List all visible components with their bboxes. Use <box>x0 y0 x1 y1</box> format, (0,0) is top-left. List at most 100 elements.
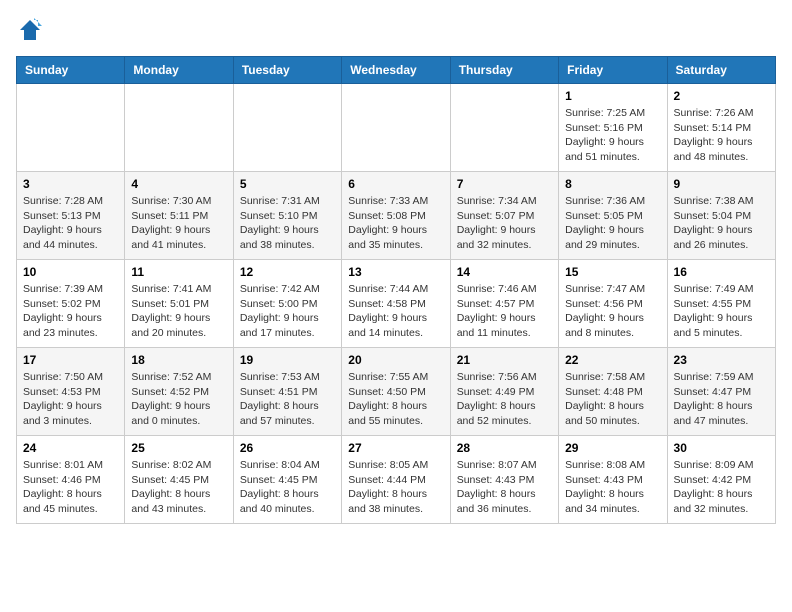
day-info: Sunrise: 7:44 AMSunset: 4:58 PMDaylight:… <box>348 282 443 341</box>
day-header: Tuesday <box>233 57 341 84</box>
calendar-cell: 11 Sunrise: 7:41 AMSunset: 5:01 PMDayligh… <box>125 260 233 348</box>
day-info: Sunrise: 8:01 AMSunset: 4:46 PMDaylight:… <box>23 458 118 517</box>
day-info: Sunrise: 8:09 AMSunset: 4:42 PMDaylight:… <box>674 458 769 517</box>
day-header: Wednesday <box>342 57 450 84</box>
calendar-cell: 13 Sunrise: 7:44 AMSunset: 4:58 PMDayligh… <box>342 260 450 348</box>
calendar-cell: 8 Sunrise: 7:36 AMSunset: 5:05 PMDaylight… <box>559 172 667 260</box>
day-number: 5 <box>240 177 335 191</box>
day-number: 3 <box>23 177 118 191</box>
day-info: Sunrise: 7:49 AMSunset: 4:55 PMDaylight:… <box>674 282 769 341</box>
day-info: Sunrise: 7:56 AMSunset: 4:49 PMDaylight:… <box>457 370 552 429</box>
day-number: 20 <box>348 353 443 367</box>
day-info: Sunrise: 8:04 AMSunset: 4:45 PMDaylight:… <box>240 458 335 517</box>
calendar-cell: 26 Sunrise: 8:04 AMSunset: 4:45 PMDayligh… <box>233 436 341 524</box>
logo <box>16 16 50 44</box>
calendar-cell: 30 Sunrise: 8:09 AMSunset: 4:42 PMDayligh… <box>667 436 775 524</box>
calendar-cell: 24 Sunrise: 8:01 AMSunset: 4:46 PMDayligh… <box>17 436 125 524</box>
day-info: Sunrise: 7:41 AMSunset: 5:01 PMDaylight:… <box>131 282 226 341</box>
day-header: Thursday <box>450 57 558 84</box>
day-number: 17 <box>23 353 118 367</box>
calendar-cell: 22 Sunrise: 7:58 AMSunset: 4:48 PMDayligh… <box>559 348 667 436</box>
calendar-cell: 1 Sunrise: 7:25 AMSunset: 5:16 PMDaylight… <box>559 84 667 172</box>
day-number: 6 <box>348 177 443 191</box>
day-info: Sunrise: 7:42 AMSunset: 5:00 PMDaylight:… <box>240 282 335 341</box>
day-info: Sunrise: 8:08 AMSunset: 4:43 PMDaylight:… <box>565 458 660 517</box>
day-info: Sunrise: 7:52 AMSunset: 4:52 PMDaylight:… <box>131 370 226 429</box>
calendar-cell <box>233 84 341 172</box>
day-info: Sunrise: 7:47 AMSunset: 4:56 PMDaylight:… <box>565 282 660 341</box>
calendar-cell: 5 Sunrise: 7:31 AMSunset: 5:10 PMDaylight… <box>233 172 341 260</box>
calendar-cell: 23Sunrise: 7:59 AMSunset: 4:47 PMDayligh… <box>667 348 775 436</box>
day-number: 10 <box>23 265 118 279</box>
day-number: 24 <box>23 441 118 455</box>
page-header <box>16 16 776 44</box>
day-number: 7 <box>457 177 552 191</box>
day-header: Monday <box>125 57 233 84</box>
day-number: 8 <box>565 177 660 191</box>
header-row: SundayMondayTuesdayWednesdayThursdayFrid… <box>17 57 776 84</box>
week-row: 17 Sunrise: 7:50 AMSunset: 4:53 PMDayligh… <box>17 348 776 436</box>
calendar-cell <box>342 84 450 172</box>
calendar-cell: 20 Sunrise: 7:55 AMSunset: 4:50 PMDayligh… <box>342 348 450 436</box>
week-row: 1 Sunrise: 7:25 AMSunset: 5:16 PMDaylight… <box>17 84 776 172</box>
calendar-cell: 7Sunrise: 7:34 AMSunset: 5:07 PMDaylight… <box>450 172 558 260</box>
day-info: Sunrise: 7:50 AMSunset: 4:53 PMDaylight:… <box>23 370 118 429</box>
day-number: 28 <box>457 441 552 455</box>
day-number: 25 <box>131 441 226 455</box>
day-info: Sunrise: 7:46 AMSunset: 4:57 PMDaylight:… <box>457 282 552 341</box>
day-number: 16 <box>674 265 769 279</box>
week-row: 10Sunrise: 7:39 AMSunset: 5:02 PMDayligh… <box>17 260 776 348</box>
day-number: 22 <box>565 353 660 367</box>
calendar-cell: 9 Sunrise: 7:38 AMSunset: 5:04 PMDaylight… <box>667 172 775 260</box>
calendar-cell <box>450 84 558 172</box>
day-number: 13 <box>348 265 443 279</box>
day-number: 14 <box>457 265 552 279</box>
day-number: 1 <box>565 89 660 103</box>
calendar-cell: 4 Sunrise: 7:30 AMSunset: 5:11 PMDaylight… <box>125 172 233 260</box>
logo-icon <box>16 16 44 44</box>
calendar-cell: 3Sunrise: 7:28 AMSunset: 5:13 PMDaylight… <box>17 172 125 260</box>
calendar-cell: 21 Sunrise: 7:56 AMSunset: 4:49 PMDayligh… <box>450 348 558 436</box>
week-row: 24 Sunrise: 8:01 AMSunset: 4:46 PMDayligh… <box>17 436 776 524</box>
day-number: 26 <box>240 441 335 455</box>
day-number: 12 <box>240 265 335 279</box>
day-info: Sunrise: 7:36 AMSunset: 5:05 PMDaylight:… <box>565 194 660 253</box>
calendar-cell: 16 Sunrise: 7:49 AMSunset: 4:55 PMDayligh… <box>667 260 775 348</box>
day-number: 30 <box>674 441 769 455</box>
calendar-cell: 12 Sunrise: 7:42 AMSunset: 5:00 PMDayligh… <box>233 260 341 348</box>
calendar-cell: 15 Sunrise: 7:47 AMSunset: 4:56 PMDayligh… <box>559 260 667 348</box>
day-info: Sunrise: 7:26 AMSunset: 5:14 PMDaylight:… <box>674 106 769 165</box>
day-header: Sunday <box>17 57 125 84</box>
calendar-cell: 14 Sunrise: 7:46 AMSunset: 4:57 PMDayligh… <box>450 260 558 348</box>
day-number: 29 <box>565 441 660 455</box>
day-info: Sunrise: 7:31 AMSunset: 5:10 PMDaylight:… <box>240 194 335 253</box>
calendar-cell: 17 Sunrise: 7:50 AMSunset: 4:53 PMDayligh… <box>17 348 125 436</box>
day-info: Sunrise: 7:38 AMSunset: 5:04 PMDaylight:… <box>674 194 769 253</box>
day-info: Sunrise: 7:55 AMSunset: 4:50 PMDaylight:… <box>348 370 443 429</box>
calendar-cell: 6Sunrise: 7:33 AMSunset: 5:08 PMDaylight… <box>342 172 450 260</box>
day-number: 15 <box>565 265 660 279</box>
day-info: Sunrise: 7:59 AMSunset: 4:47 PMDaylight:… <box>674 370 769 429</box>
day-info: Sunrise: 7:30 AMSunset: 5:11 PMDaylight:… <box>131 194 226 253</box>
day-number: 19 <box>240 353 335 367</box>
day-number: 9 <box>674 177 769 191</box>
calendar-cell <box>17 84 125 172</box>
day-number: 2 <box>674 89 769 103</box>
day-number: 4 <box>131 177 226 191</box>
calendar-cell: 25 Sunrise: 8:02 AMSunset: 4:45 PMDayligh… <box>125 436 233 524</box>
calendar-cell: 18 Sunrise: 7:52 AMSunset: 4:52 PMDayligh… <box>125 348 233 436</box>
day-number: 18 <box>131 353 226 367</box>
calendar-cell <box>125 84 233 172</box>
day-info: Sunrise: 7:25 AMSunset: 5:16 PMDaylight:… <box>565 106 660 165</box>
calendar-cell: 10Sunrise: 7:39 AMSunset: 5:02 PMDayligh… <box>17 260 125 348</box>
calendar: SundayMondayTuesdayWednesdayThursdayFrid… <box>16 56 776 524</box>
calendar-cell: 2 Sunrise: 7:26 AMSunset: 5:14 PMDaylight… <box>667 84 775 172</box>
day-number: 21 <box>457 353 552 367</box>
calendar-cell: 27Sunrise: 8:05 AMSunset: 4:44 PMDayligh… <box>342 436 450 524</box>
day-info: Sunrise: 7:58 AMSunset: 4:48 PMDaylight:… <box>565 370 660 429</box>
day-number: 11 <box>131 265 226 279</box>
day-number: 27 <box>348 441 443 455</box>
calendar-cell: 28Sunrise: 8:07 AMSunset: 4:43 PMDayligh… <box>450 436 558 524</box>
calendar-cell: 19Sunrise: 7:53 AMSunset: 4:51 PMDayligh… <box>233 348 341 436</box>
day-info: Sunrise: 8:02 AMSunset: 4:45 PMDaylight:… <box>131 458 226 517</box>
